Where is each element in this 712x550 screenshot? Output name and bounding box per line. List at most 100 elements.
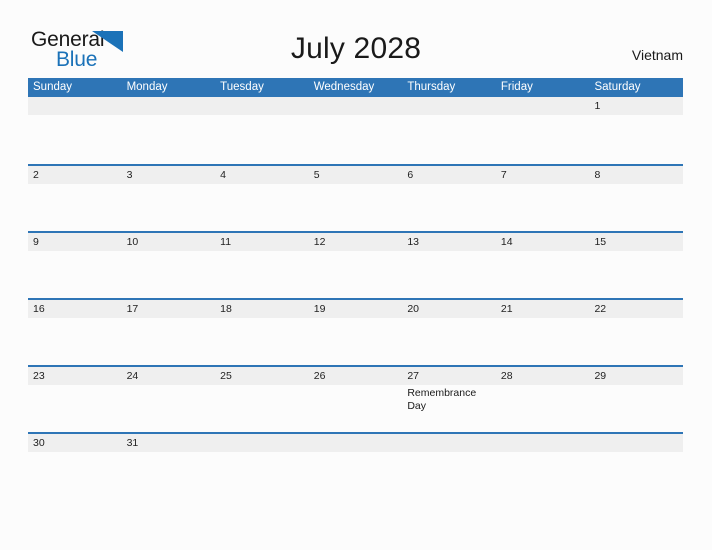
day-number[interactable]: 23 [28, 367, 122, 385]
day-events [496, 385, 590, 432]
day-number[interactable]: 1 [589, 97, 683, 115]
calendar-week-row: 16 17 18 19 20 21 22 [28, 298, 683, 365]
day-number[interactable]: 11 [215, 233, 309, 251]
day-events [215, 385, 309, 432]
day-events [589, 115, 683, 162]
week-date-strip: 9 10 11 12 13 14 15 [28, 233, 683, 251]
day-events [28, 115, 122, 162]
day-events [122, 318, 216, 365]
day-number[interactable]: 20 [402, 300, 496, 318]
day-number[interactable]: 7 [496, 166, 590, 184]
day-number[interactable]: 29 [589, 367, 683, 385]
day-number-empty [309, 434, 403, 452]
day-number[interactable]: 8 [589, 166, 683, 184]
day-events [309, 452, 403, 499]
calendar-weeks: 1 2 3 4 5 6 7 8 9 10 11 12 13 14 15 16 17 18 19 20 21 22 23 24 2… [28, 97, 683, 499]
day-events [402, 251, 496, 298]
day-events [28, 452, 122, 499]
week-event-strip: Remembrance Day [28, 385, 683, 432]
weekday-thursday: Thursday [407, 81, 456, 93]
calendar-week-row: 2345678 [28, 164, 683, 231]
day-events [215, 251, 309, 298]
day-number[interactable]: 12 [309, 233, 403, 251]
day-events [122, 452, 216, 499]
calendar-week-row: 9 10 11 12 13 14 15 [28, 231, 683, 298]
day-number[interactable]: 27 [402, 367, 496, 385]
weekday-saturday: Saturday [594, 81, 641, 93]
weekday-wednesday: Wednesday [313, 81, 375, 93]
day-number-empty [215, 434, 309, 452]
day-number[interactable]: 21 [496, 300, 590, 318]
day-events [309, 184, 403, 231]
day-events [215, 184, 309, 231]
day-number[interactable]: 15 [589, 233, 683, 251]
day-events [28, 385, 122, 432]
weekday-header-row: Sunday Monday Tuesday Wednesday Thursday… [28, 78, 683, 97]
weekday-friday: Friday [500, 81, 533, 93]
day-events [496, 184, 590, 231]
weekday-sunday: Sunday [33, 81, 73, 93]
week-event-strip [28, 115, 683, 162]
day-number-empty [122, 97, 216, 115]
day-number[interactable]: 4 [215, 166, 309, 184]
week-date-strip: 30 31 [28, 434, 683, 452]
week-date-strip: 23 24 25 26 27 28 29 [28, 367, 683, 385]
day-events [402, 318, 496, 365]
day-number[interactable]: 5 [309, 166, 403, 184]
day-number[interactable]: 17 [122, 300, 216, 318]
day-number[interactable]: 24 [122, 367, 216, 385]
day-number[interactable]: 22 [589, 300, 683, 318]
calendar-grid: Sunday Monday Tuesday Wednesday Thursday… [28, 78, 683, 499]
day-number[interactable]: 28 [496, 367, 590, 385]
week-event-strip [28, 318, 683, 365]
day-number[interactable]: 3 [122, 166, 216, 184]
day-number[interactable]: 26 [309, 367, 403, 385]
holiday-label: Remembrance Day [407, 387, 477, 412]
day-number-empty [28, 97, 122, 115]
day-number[interactable]: 2 [28, 166, 122, 184]
day-events [496, 452, 590, 499]
week-event-strip [28, 184, 683, 231]
calendar-week-row: 1 [28, 97, 683, 164]
day-events [28, 251, 122, 298]
day-events [589, 385, 683, 432]
region-label: Vietnam [631, 47, 683, 63]
day-number[interactable]: 14 [496, 233, 590, 251]
day-number-empty [589, 434, 683, 452]
day-number-empty [309, 97, 403, 115]
day-number[interactable]: 16 [28, 300, 122, 318]
week-event-strip [28, 452, 683, 499]
day-events [589, 184, 683, 231]
day-events [589, 251, 683, 298]
day-events [122, 251, 216, 298]
day-number[interactable]: 30 [28, 434, 122, 452]
day-events [122, 385, 216, 432]
day-events [496, 115, 590, 162]
day-events [402, 115, 496, 162]
day-number[interactable]: 9 [28, 233, 122, 251]
week-date-strip: 2345678 [28, 166, 683, 184]
day-events [402, 184, 496, 231]
weekday-tuesday: Tuesday [220, 81, 264, 93]
day-number[interactable]: 25 [215, 367, 309, 385]
day-events [215, 115, 309, 162]
day-events [402, 452, 496, 499]
day-number[interactable]: 10 [122, 233, 216, 251]
day-number[interactable]: 19 [309, 300, 403, 318]
day-number[interactable]: 6 [402, 166, 496, 184]
day-number[interactable]: 31 [122, 434, 216, 452]
day-events [309, 318, 403, 365]
day-events [215, 452, 309, 499]
day-events [122, 184, 216, 231]
week-date-strip: 16 17 18 19 20 21 22 [28, 300, 683, 318]
day-events [215, 318, 309, 365]
week-date-strip: 1 [28, 97, 683, 115]
calendar-page: { "brand": { "word_one": "General", "wor… [0, 0, 712, 550]
day-number[interactable]: 13 [402, 233, 496, 251]
page-header: General Blue July 2028 Vietnam [0, 0, 712, 78]
day-events [496, 251, 590, 298]
day-number[interactable]: 18 [215, 300, 309, 318]
day-number-empty [402, 434, 496, 452]
day-number-empty [496, 97, 590, 115]
day-events [28, 184, 122, 231]
